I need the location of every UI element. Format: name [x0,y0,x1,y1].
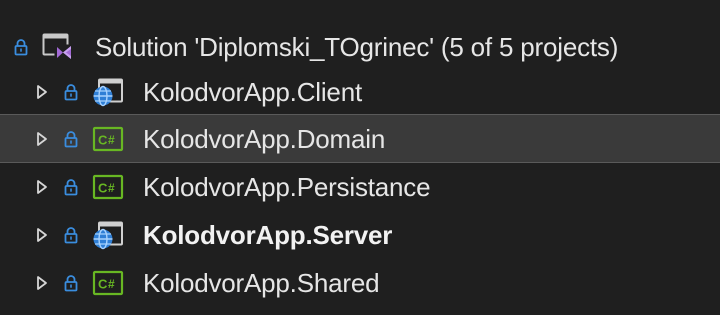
csharp-project-icon: C # [92,172,124,202]
expand-chevron-icon[interactable] [34,83,50,101]
lock-icon [64,226,78,244]
csharp-project-icon: C # [92,268,124,298]
svg-text:#: # [108,133,115,147]
svg-text:#: # [108,277,115,291]
csharp-project-icon: C # [92,124,124,154]
project-node-client[interactable]: KolodvorApp.Client [0,67,720,116]
expand-chevron-icon[interactable] [34,178,50,196]
svg-text:#: # [108,181,115,195]
solution-explorer-tree: Solution 'Diplomski_TOgrinec' (5 of 5 pr… [0,0,720,315]
project-label: KolodvorApp.Persistance [143,171,431,202]
project-label: KolodvorApp.Domain [143,123,386,154]
svg-text:C: C [98,276,108,291]
svg-text:C: C [98,180,108,195]
project-label: KolodvorApp.Shared [143,267,380,298]
project-node-server[interactable]: KolodvorApp.Server [0,210,720,259]
lock-icon [64,178,78,196]
project-label: KolodvorApp.Client [143,76,362,107]
project-label: KolodvorApp.Server [143,219,393,250]
lock-icon [64,274,78,292]
web-project-icon [92,77,124,107]
expand-chevron-icon[interactable] [34,226,50,244]
project-node-persistance[interactable]: C # KolodvorApp.Persistance [0,162,720,211]
lock-icon [14,38,28,56]
svg-text:C: C [98,132,108,147]
solution-node[interactable]: Solution 'Diplomski_TOgrinec' (5 of 5 pr… [0,22,720,71]
project-node-shared[interactable]: C # KolodvorApp.Shared [0,258,720,307]
solution-label: Solution 'Diplomski_TOgrinec' (5 of 5 pr… [95,31,619,62]
solution-icon [42,32,74,62]
project-node-domain[interactable]: C # KolodvorApp.Domain [0,114,720,163]
expand-chevron-icon[interactable] [34,130,50,148]
lock-icon [64,83,78,101]
lock-icon [64,130,78,148]
web-project-icon [92,220,124,250]
expand-chevron-icon[interactable] [34,274,50,292]
